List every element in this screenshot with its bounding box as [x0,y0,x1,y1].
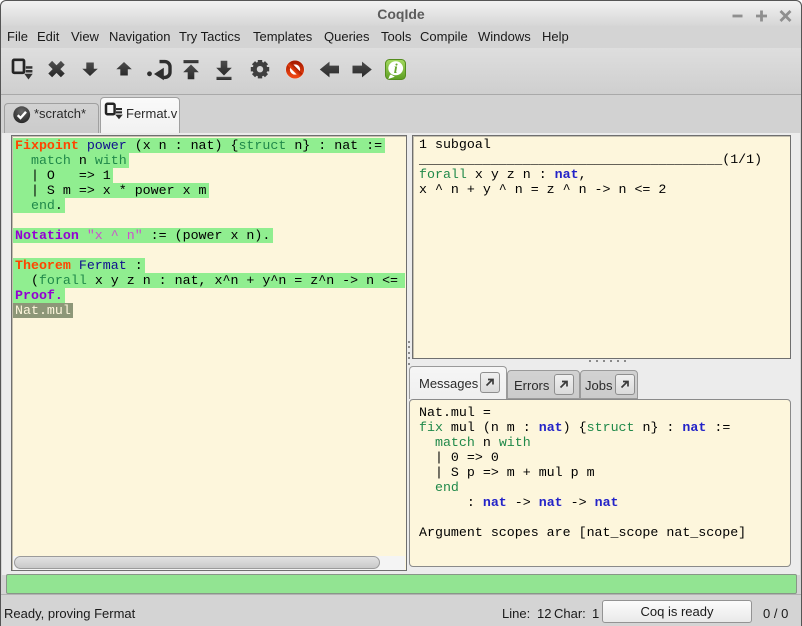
svg-text:i: i [394,62,398,77]
